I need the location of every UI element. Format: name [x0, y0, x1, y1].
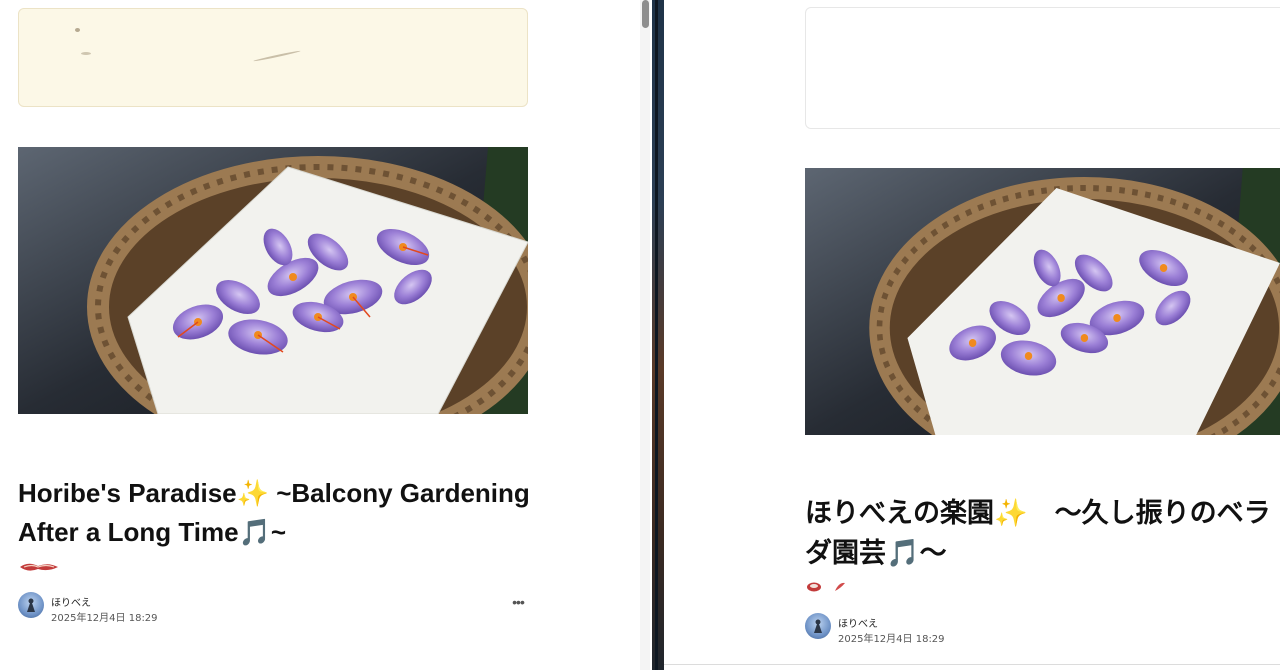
- more-options-button[interactable]: •••: [509, 594, 527, 610]
- avatar[interactable]: [18, 592, 44, 618]
- post-title[interactable]: ほりべえの楽園✨ ～久し振りのベラ ダ園芸🎵～: [805, 493, 1280, 573]
- post-date: 2025年12月4日 18:29: [51, 613, 158, 624]
- author-name[interactable]: ほりべえ: [838, 615, 878, 630]
- author-name[interactable]: ほりべえ: [51, 594, 91, 609]
- decorative-emoji-icon: [807, 582, 845, 592]
- scrollbar-thumb[interactable]: [642, 0, 649, 28]
- split-screen: Horibe's Paradise✨ ~Balcony Gardening Af…: [0, 0, 1280, 670]
- post-title-line-2: ダ園芸🎵～: [805, 538, 947, 568]
- divider: [664, 664, 1280, 665]
- top-banner-card[interactable]: [805, 7, 1280, 129]
- saffron-crocus-photo: [805, 168, 1280, 435]
- avatar[interactable]: [805, 613, 831, 639]
- decorative-emoji-icon: [20, 563, 58, 571]
- post-date: 2025年12月4日 18:29: [838, 634, 945, 645]
- top-banner-card[interactable]: [18, 8, 528, 107]
- window-divider: [652, 0, 664, 670]
- bird-avatar-icon: [27, 598, 35, 612]
- post-thumbnail-image[interactable]: [18, 147, 528, 414]
- saffron-crocus-photo: [18, 147, 528, 414]
- post-title[interactable]: Horibe's Paradise✨ ~Balcony Gardening Af…: [18, 474, 538, 552]
- post-thumbnail-image[interactable]: [805, 168, 1280, 435]
- window-divider-line: [655, 0, 658, 670]
- scrollbar-track[interactable]: [640, 0, 650, 670]
- post-title-line-1: ほりべえの楽園✨ ～久し振りのベラ: [805, 498, 1271, 528]
- bird-avatar-icon: [814, 619, 822, 633]
